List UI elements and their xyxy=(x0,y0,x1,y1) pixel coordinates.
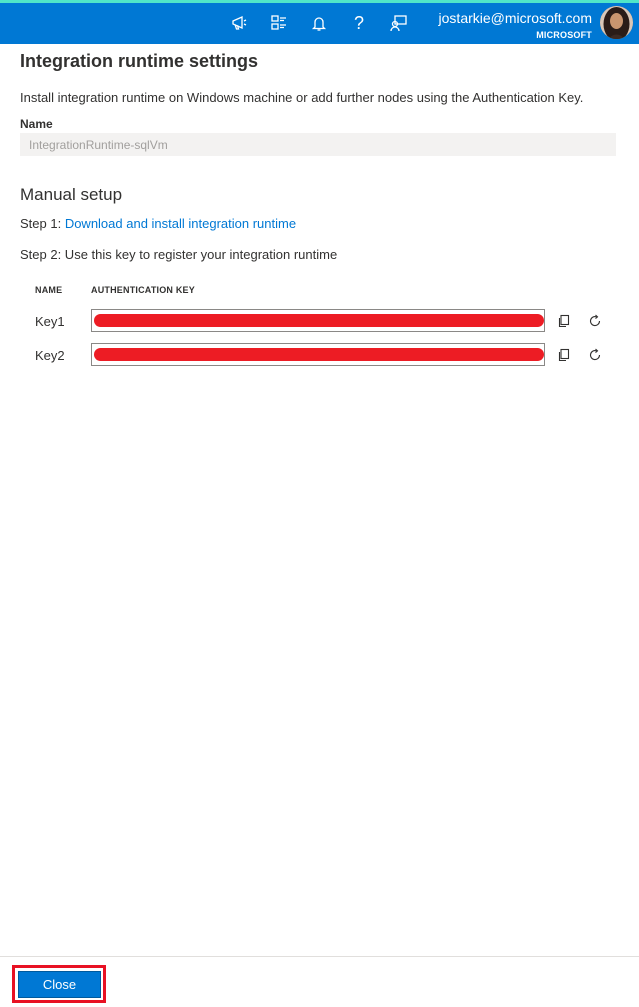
user-org: MICROSOFT xyxy=(536,30,592,40)
panel-title: Integration runtime settings xyxy=(20,51,259,71)
user-email: jostarkie@microsoft.com xyxy=(438,10,592,26)
step-1: Step 1: Download and install integration… xyxy=(20,216,296,231)
key2-field[interactable] xyxy=(91,343,545,366)
key1-redaction xyxy=(94,314,544,327)
step-1-prefix: Step 1: xyxy=(20,216,65,231)
notifications-bell-icon[interactable] xyxy=(308,12,330,34)
top-accent-stripe xyxy=(0,0,639,3)
refresh-icon[interactable] xyxy=(587,313,603,329)
key1-field[interactable] xyxy=(91,309,545,332)
key2-redaction xyxy=(94,348,544,361)
panel-description: Install integration runtime on Windows m… xyxy=(20,90,584,105)
help-icon[interactable]: ? xyxy=(348,12,370,34)
feedback-person-icon[interactable] xyxy=(388,12,410,34)
column-header-name: NAME xyxy=(35,285,63,295)
copy-icon[interactable] xyxy=(556,313,572,329)
name-label: Name xyxy=(20,117,53,131)
name-field[interactable] xyxy=(20,133,616,156)
top-bar: ? jostarkie@microsoft.com MICROSOFT xyxy=(0,0,639,44)
refresh-icon[interactable] xyxy=(587,347,603,363)
copy-icon[interactable] xyxy=(556,347,572,363)
close-button[interactable]: Close xyxy=(18,971,101,998)
key2-name: Key2 xyxy=(35,348,65,363)
footer-divider xyxy=(0,956,639,957)
avatar[interactable] xyxy=(600,6,633,39)
feedback-megaphone-icon[interactable] xyxy=(228,12,250,34)
download-runtime-link[interactable]: Download and install integration runtime xyxy=(65,216,296,231)
step-2: Step 2: Use this key to register your in… xyxy=(20,247,338,262)
user-account[interactable]: jostarkie@microsoft.com MICROSOFT xyxy=(439,9,592,40)
directory-filter-icon[interactable] xyxy=(268,12,290,34)
help-glyph: ? xyxy=(353,13,364,33)
column-header-auth-key: AUTHENTICATION KEY xyxy=(91,285,195,295)
manual-setup-heading: Manual setup xyxy=(20,185,123,204)
key1-name: Key1 xyxy=(35,314,65,329)
